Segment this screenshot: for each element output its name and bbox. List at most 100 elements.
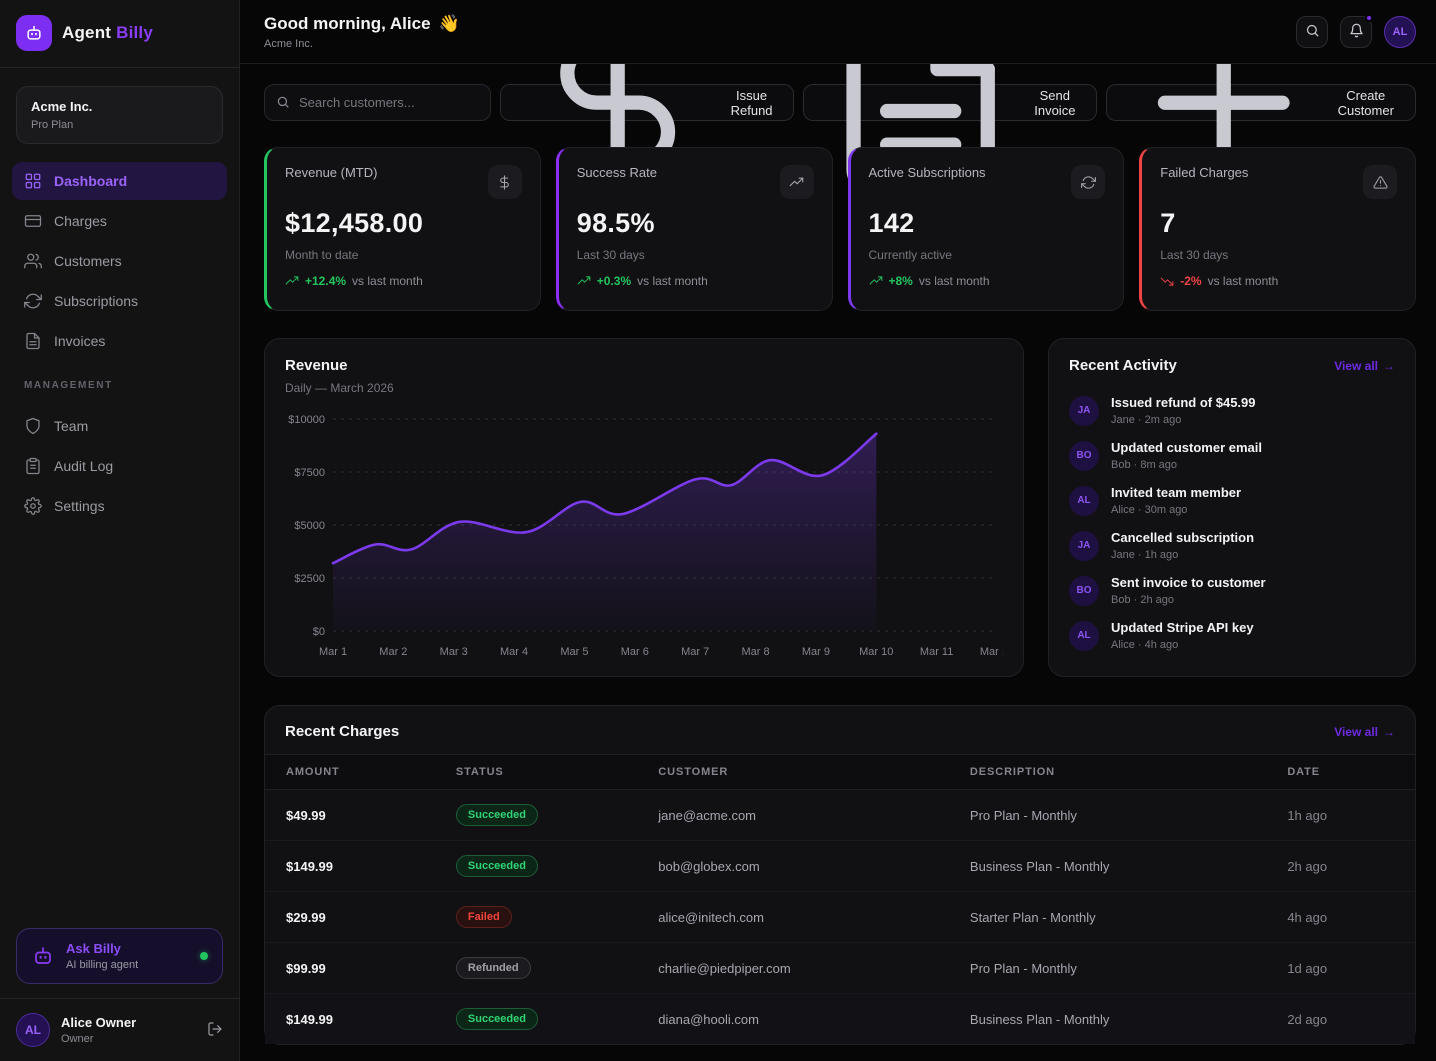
stat-value: 98.5%: [577, 208, 814, 239]
status-badge: Refunded: [456, 957, 531, 979]
ask-billy-title: Ask Billy: [66, 941, 138, 956]
sidebar-item-subscriptions[interactable]: Subscriptions: [12, 282, 227, 320]
svg-text:Mar 7: Mar 7: [681, 646, 709, 658]
chart-title: Revenue: [285, 357, 1003, 374]
stat-card-active-subscriptions: Active Subscriptions 142 Currently activ…: [848, 147, 1125, 311]
wave-emoji: 👋: [439, 14, 460, 34]
svg-text:Mar 1: Mar 1: [319, 646, 347, 658]
svg-text:Mar 9: Mar 9: [802, 646, 830, 658]
svg-text:Mar 8: Mar 8: [741, 646, 769, 658]
svg-text:Mar 10: Mar 10: [859, 646, 893, 658]
avatar: JA: [1069, 531, 1099, 561]
search-input[interactable]: [264, 84, 491, 121]
activity-item[interactable]: AL Updated Stripe API key Alice · 4h ago: [1069, 613, 1395, 658]
stat-trend-suffix: vs last month: [919, 274, 990, 288]
activity-item-meta: Bob · 2h ago: [1111, 594, 1266, 606]
sidebar-item-charges[interactable]: Charges: [12, 202, 227, 240]
credit-card-icon: [24, 212, 42, 230]
svg-text:Mar 6: Mar 6: [621, 646, 649, 658]
stat-card-failed-charges: Failed Charges 7 Last 30 days -2% vs las…: [1139, 147, 1416, 311]
top-header: Good morning, Alice 👋 Acme Inc. A: [240, 0, 1436, 64]
revenue-chart-card: Revenue Daily — March 2026 $0$2500$5000$…: [264, 338, 1024, 677]
status-badge: Failed: [456, 906, 512, 928]
stat-value: 142: [869, 208, 1106, 239]
ask-billy-card[interactable]: Ask Billy AI billing agent: [16, 928, 223, 984]
column-header-amount: AMOUNT: [265, 755, 456, 790]
activity-item-title: Issued refund of $45.99: [1111, 395, 1256, 410]
brand-logo: Agent Billy: [0, 0, 239, 68]
toolbar-button-label: Create Customer: [1333, 88, 1399, 118]
charge-description: Pro Plan - Monthly: [970, 943, 1287, 994]
avatar: AL: [16, 1013, 50, 1047]
activity-item[interactable]: JA Cancelled subscription Jane · 1h ago: [1069, 523, 1395, 568]
activity-item[interactable]: BO Updated customer email Bob · 8m ago: [1069, 433, 1395, 478]
sidebar-item-dashboard[interactable]: Dashboard: [12, 162, 227, 200]
gear-icon: [24, 497, 42, 515]
grid-icon: [24, 172, 42, 190]
stat-trend-value: -2%: [1180, 274, 1201, 288]
avatar: BO: [1069, 441, 1099, 471]
send-invoice-button[interactable]: Send Invoice: [803, 84, 1097, 121]
trending-up-icon: [780, 165, 814, 199]
charges-view-all-link[interactable]: View all →: [1334, 725, 1395, 739]
notifications-button[interactable]: [1340, 16, 1372, 48]
sidebar-item-label: Subscriptions: [54, 293, 138, 309]
create-customer-button[interactable]: Create Customer: [1106, 84, 1416, 121]
table-row[interactable]: $149.99 Succeeded bob@globex.com Busines…: [265, 841, 1415, 892]
column-header-description: DESCRIPTION: [970, 755, 1287, 790]
charge-amount: $149.99: [265, 841, 456, 892]
activity-item-meta: Alice · 30m ago: [1111, 504, 1241, 516]
shield-icon: [24, 417, 42, 435]
sidebar-item-settings[interactable]: Settings: [12, 487, 227, 525]
arrow-right-icon: →: [1383, 725, 1395, 739]
activity-item[interactable]: JA Issued refund of $45.99 Jane · 2m ago: [1069, 388, 1395, 433]
trending-up-icon: [869, 274, 883, 288]
clipboard-icon: [24, 457, 42, 475]
status-badge: Succeeded: [456, 1008, 538, 1030]
activity-item-meta: Alice · 4h ago: [1111, 639, 1254, 651]
header-avatar[interactable]: AL: [1384, 16, 1416, 48]
quick-actions-toolbar: Issue Refund Send Invoice Create Custome…: [264, 84, 1416, 121]
sidebar-item-team[interactable]: Team: [12, 407, 227, 445]
activity-item[interactable]: AL Invited team member Alice · 30m ago: [1069, 478, 1395, 523]
issue-refund-button[interactable]: Issue Refund: [500, 84, 795, 121]
activity-view-all-link[interactable]: View all →: [1334, 359, 1395, 373]
charge-customer: diana@hooli.com: [658, 994, 970, 1045]
activity-item[interactable]: BO Sent invoice to customer Bob · 2h ago: [1069, 568, 1395, 613]
sidebar-item-customers[interactable]: Customers: [12, 242, 227, 280]
tenant-switcher[interactable]: Acme Inc. Pro Plan: [16, 86, 223, 144]
charge-amount: $99.99: [265, 943, 456, 994]
table-row[interactable]: $49.99 Succeeded jane@acme.com Pro Plan …: [265, 790, 1415, 841]
table-row[interactable]: $149.99 Succeeded diana@hooli.com Busine…: [265, 994, 1415, 1045]
sidebar-item-label: Charges: [54, 213, 107, 229]
stat-trend-value: +0.3%: [597, 274, 631, 288]
main-area: Good morning, Alice 👋 Acme Inc. A: [240, 0, 1436, 1061]
brand-name: Agent Billy: [62, 23, 153, 43]
column-header-status: STATUS: [456, 755, 658, 790]
sidebar-item-audit-log[interactable]: Audit Log: [12, 447, 227, 485]
sidebar-item-label: Customers: [54, 253, 122, 269]
svg-text:Mar 3: Mar 3: [440, 646, 468, 658]
sidebar-item-invoices[interactable]: Invoices: [12, 322, 227, 360]
stat-trend-suffix: vs last month: [352, 274, 423, 288]
svg-text:Mar 5: Mar 5: [560, 646, 588, 658]
logout-button[interactable]: [207, 1021, 223, 1040]
stat-subtitle: Last 30 days: [577, 248, 814, 262]
stat-label: Revenue (MTD): [285, 165, 377, 180]
stat-value: $12,458.00: [285, 208, 522, 239]
stat-card-success-rate: Success Rate 98.5% Last 30 days +0.3% vs…: [556, 147, 833, 311]
header-search-button[interactable]: [1296, 16, 1328, 48]
charge-customer: jane@acme.com: [658, 790, 970, 841]
activity-item-title: Updated customer email: [1111, 440, 1262, 455]
table-row[interactable]: $99.99 Refunded charlie@piedpiper.com Pr…: [265, 943, 1415, 994]
company-subtitle: Acme Inc.: [264, 38, 460, 50]
avatar: BO: [1069, 576, 1099, 606]
recent-charges-card: Recent Charges View all → AMOUNT STATUS …: [264, 705, 1416, 1045]
robot-icon: [31, 944, 55, 968]
app-root: Agent Billy Acme Inc. Pro Plan Dashboard…: [0, 0, 1436, 1061]
arrow-right-icon: →: [1383, 359, 1395, 373]
table-row[interactable]: $29.99 Failed alice@initech.com Starter …: [265, 892, 1415, 943]
sidebar: Agent Billy Acme Inc. Pro Plan Dashboard…: [0, 0, 240, 1061]
stat-trend-value: +8%: [889, 274, 913, 288]
users-icon: [24, 252, 42, 270]
